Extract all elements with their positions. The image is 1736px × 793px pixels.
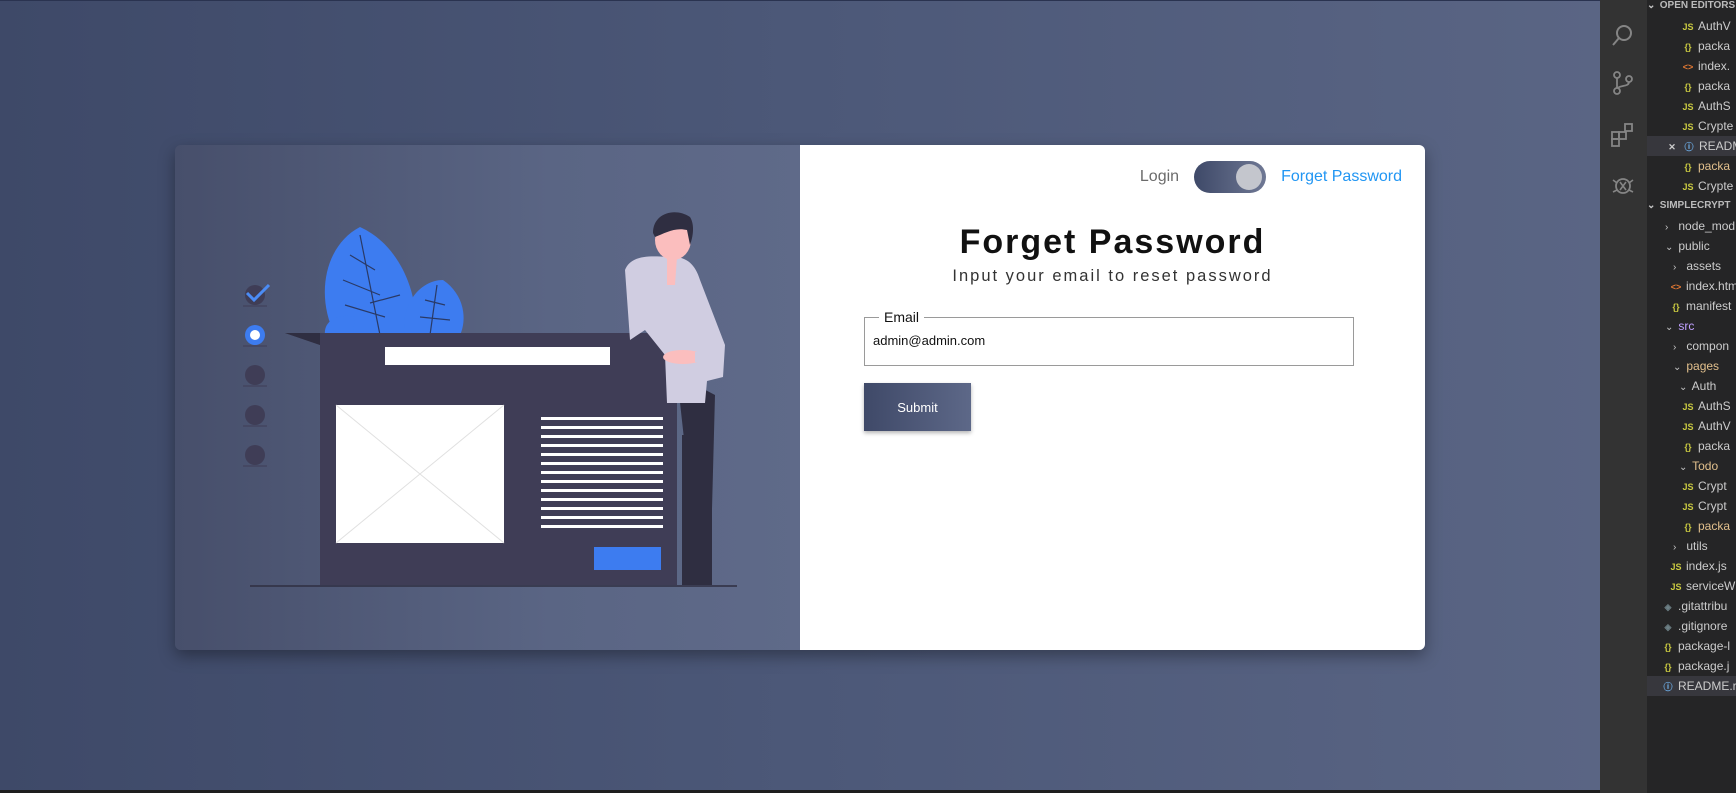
submit-button[interactable]: Submit [864, 383, 971, 431]
step-pending-icon [245, 445, 265, 465]
forget-password-toggle-label[interactable]: Forget Password [1281, 168, 1402, 186]
open-editor-item[interactable]: JS Crypte [1647, 116, 1736, 136]
tree-file[interactable]: JS serviceW [1647, 576, 1736, 596]
tree-folder[interactable]: ⌄ public [1647, 236, 1736, 256]
browser-page: Login Forget Password Forget Password In… [0, 0, 1600, 790]
tree-file[interactable]: JS Crypt [1647, 496, 1736, 516]
tree-file-selected[interactable]: ⓘ README.r [1647, 676, 1736, 696]
tree-file[interactable]: {} manifest [1647, 296, 1736, 316]
debug-icon[interactable] [1610, 172, 1636, 198]
tree-folder[interactable]: ⌄ pages [1647, 356, 1736, 376]
illustration-panel [175, 145, 800, 650]
tree-folder[interactable]: › utils [1647, 536, 1736, 556]
step-indicators [243, 283, 271, 467]
tree-folder[interactable]: › assets [1647, 256, 1736, 276]
login-illustration [243, 212, 737, 587]
switch-knob[interactable] [1236, 164, 1263, 190]
page-title: Forget Password [959, 223, 1266, 261]
tree-file[interactable]: {} packa [1647, 516, 1736, 536]
open-editor-item-active[interactable]: ✕ⓘREADM [1647, 136, 1736, 156]
login-toggle-label[interactable]: Login [1140, 168, 1179, 186]
tree-file[interactable]: JS AuthS [1647, 396, 1736, 416]
tree-file[interactable]: JS AuthV [1647, 416, 1736, 436]
tree-file[interactable]: JS index.js [1647, 556, 1736, 576]
tree-file[interactable]: {} package-l [1647, 636, 1736, 656]
tree-file[interactable]: <> index.htm [1647, 276, 1736, 296]
activity-bar [1600, 0, 1647, 793]
email-input[interactable] [873, 333, 1345, 348]
board-graphic [250, 333, 737, 587]
email-field-label: Email [884, 309, 920, 325]
open-editor-item[interactable]: JS AuthV [1647, 16, 1736, 36]
open-editor-item[interactable]: {} packa [1647, 156, 1736, 176]
auth-mode-switch[interactable] [1194, 161, 1267, 193]
tree-file[interactable]: ◈ .gitattribu [1647, 596, 1736, 616]
form-panel: Login Forget Password Forget Password In… [800, 145, 1425, 650]
open-editors-header[interactable]: ⌄ OPEN EDITORS [1647, 0, 1736, 16]
search-icon[interactable] [1610, 22, 1636, 48]
open-editor-item[interactable]: JS AuthS [1647, 96, 1736, 116]
open-editor-item[interactable]: JS Crypte [1647, 176, 1736, 196]
step-pending-icon [245, 405, 265, 425]
tree-folder[interactable]: ⌄ src [1647, 316, 1736, 336]
source-control-icon[interactable] [1610, 70, 1636, 96]
page-subtitle: Input your email to reset password [952, 267, 1273, 285]
tree-file[interactable]: {} packa [1647, 436, 1736, 456]
tree-file[interactable]: {} package.j [1647, 656, 1736, 676]
close-icon[interactable]: ✕ [1665, 137, 1679, 156]
open-editor-item[interactable]: {} packa [1647, 36, 1736, 56]
email-field: Email [864, 309, 1354, 366]
tree-file[interactable]: JS Crypt [1647, 476, 1736, 496]
tree-folder[interactable]: › node_mod [1647, 216, 1736, 236]
explorer-sidebar: ⌄ OPEN EDITORS JS AuthV {} packa <> index. … [1647, 0, 1736, 793]
tree-folder[interactable]: ⌄ Auth [1647, 376, 1736, 396]
step-pending-icon [245, 365, 265, 385]
auth-mode-toggle-row: Login Forget Password [1140, 161, 1402, 193]
vscode-window: ⌄ OPEN EDITORS JS AuthV {} packa <> index. … [1600, 0, 1736, 793]
tree-folder[interactable]: ⌄ Todo [1647, 456, 1736, 476]
plant-leaves-icon [324, 227, 464, 336]
tree-file[interactable]: ◈ .gitignore [1647, 616, 1736, 636]
open-editor-item[interactable]: {} packa [1647, 76, 1736, 96]
tree-folder[interactable]: › compon [1647, 336, 1736, 356]
extensions-icon[interactable] [1610, 122, 1636, 148]
info-icon: ⓘ [1684, 142, 1694, 152]
open-editor-item[interactable]: <> index. [1647, 56, 1736, 76]
project-header[interactable]: ⌄ SIMPLECRYPT [1647, 196, 1736, 216]
auth-card: Login Forget Password Forget Password In… [175, 145, 1425, 650]
